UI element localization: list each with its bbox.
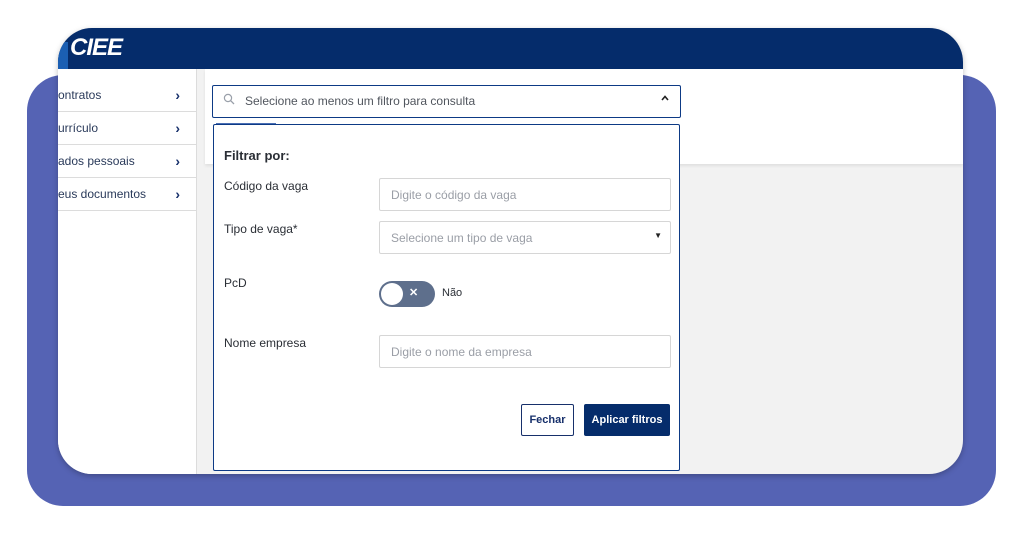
chevron-right-icon: › bbox=[175, 186, 180, 202]
sidebar-item-label: eus documentos bbox=[58, 187, 147, 201]
tipo-vaga-placeholder: Selecione um tipo de vaga bbox=[391, 231, 533, 245]
pcd-toggle-value: Não bbox=[442, 287, 463, 299]
app-window: CIEE ontratos › urrículo › ados pessoais… bbox=[58, 28, 963, 474]
sidebar-item-label: ontratos bbox=[58, 88, 102, 102]
search-placeholder: Selecione ao menos um filtro para consul… bbox=[245, 94, 476, 108]
sidebar-item-contratos[interactable]: ontratos › bbox=[58, 79, 196, 112]
codigo-vaga-placeholder: Digite o código da vaga bbox=[391, 188, 517, 202]
sidebar-item-curriculo[interactable]: urrículo › bbox=[58, 112, 196, 145]
sidebar-item-dados-pessoais[interactable]: ados pessoais › bbox=[58, 145, 196, 178]
chevron-right-icon: › bbox=[175, 153, 180, 169]
chevron-right-icon: › bbox=[175, 120, 180, 136]
tipo-vaga-label: Tipo de vaga* bbox=[224, 222, 298, 236]
nome-empresa-input[interactable]: Digite o nome da empresa bbox=[379, 335, 671, 368]
top-bar: CIEE bbox=[58, 28, 963, 69]
dropdown-arrow-icon: ▼ bbox=[654, 231, 662, 240]
sidebar-item-label: ados pessoais bbox=[58, 154, 135, 168]
sidebar-item-meus-documentos[interactable]: eus documentos › bbox=[58, 178, 196, 211]
sidebar: ontratos › urrículo › ados pessoais › eu… bbox=[58, 69, 197, 474]
tipo-vaga-select[interactable]: Selecione um tipo de vaga ▼ bbox=[379, 221, 671, 254]
nome-empresa-label: Nome empresa bbox=[224, 336, 307, 350]
codigo-vaga-input[interactable]: Digite o código da vaga bbox=[379, 178, 671, 211]
pcd-toggle[interactable]: ✕ bbox=[379, 281, 435, 307]
filter-title: Filtrar por: bbox=[224, 148, 290, 163]
pcd-label: PcD bbox=[224, 276, 247, 290]
apply-filters-button[interactable]: Aplicar filtros bbox=[584, 404, 670, 436]
toggle-knob bbox=[381, 283, 403, 305]
ciee-logo: CIEE bbox=[70, 34, 123, 61]
search-icon bbox=[223, 93, 235, 108]
chevron-right-icon: › bbox=[175, 87, 180, 103]
filter-search-bar[interactable]: Selecione ao menos um filtro para consul… bbox=[212, 85, 681, 118]
filter-panel: Filtrar por: Código da vaga Digite o cód… bbox=[213, 124, 680, 471]
close-button[interactable]: Fechar bbox=[521, 404, 574, 436]
chevron-up-icon[interactable] bbox=[660, 93, 670, 106]
nome-empresa-placeholder: Digite o nome da empresa bbox=[391, 345, 532, 359]
codigo-vaga-label: Código da vaga bbox=[224, 179, 309, 193]
sidebar-item-label: urrículo bbox=[58, 121, 99, 135]
logo-accent bbox=[58, 42, 68, 69]
close-icon: ✕ bbox=[409, 287, 419, 299]
